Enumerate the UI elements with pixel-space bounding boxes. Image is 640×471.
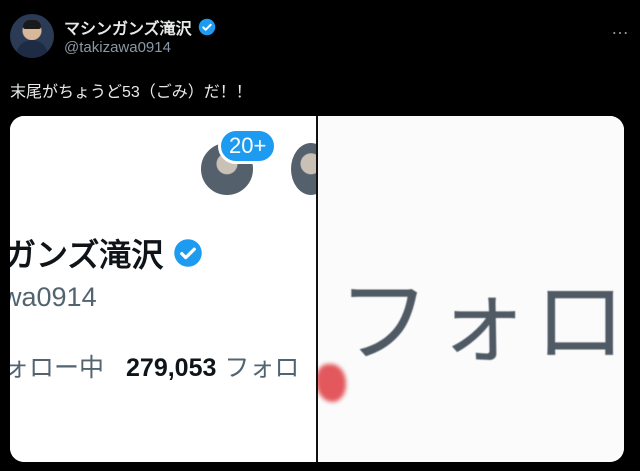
handle[interactable]: @takizawa0914: [64, 39, 171, 56]
verified-badge-icon: [174, 239, 203, 267]
post-header: マシンガンズ滝沢 @takizawa0914 …: [10, 14, 630, 60]
avatar-body: [16, 40, 48, 58]
tweet-text: 末尾がちょうど53（ごみ）だ！！: [10, 84, 252, 101]
media-attachment[interactable]: 20+ ガンズ滝沢 wa0914 ォロー中 279,053 フォロ フォロ: [10, 116, 624, 462]
following-label: ォロー中: [10, 354, 105, 382]
follow-stats: ォロー中 279,053 フォロ: [10, 348, 299, 384]
more-options-icon[interactable]: …: [611, 18, 630, 39]
mini-avatar: [288, 140, 316, 198]
followers-count: 279,053: [126, 354, 217, 382]
profile-name-row: ガンズ滝沢: [10, 230, 203, 276]
avatar[interactable]: [10, 14, 54, 58]
profile-handle: wa0914: [10, 282, 97, 312]
followers-label: フォロ: [224, 354, 300, 382]
red-mark: [318, 364, 346, 402]
media-right-panel: フォロ: [318, 116, 624, 462]
verified-badge-icon: [198, 18, 215, 36]
count-badge: 20+: [218, 128, 278, 164]
media-left-panel: 20+ ガンズ滝沢 wa0914 ォロー中 279,053 フォロ: [10, 116, 316, 462]
zoomed-follow-text: フォロ: [338, 272, 624, 374]
profile-name: ガンズ滝沢: [10, 237, 164, 273]
name-row: マシンガンズ滝沢: [64, 15, 216, 39]
avatar-hair: [23, 20, 41, 29]
display-name[interactable]: マシンガンズ滝沢: [64, 15, 192, 39]
